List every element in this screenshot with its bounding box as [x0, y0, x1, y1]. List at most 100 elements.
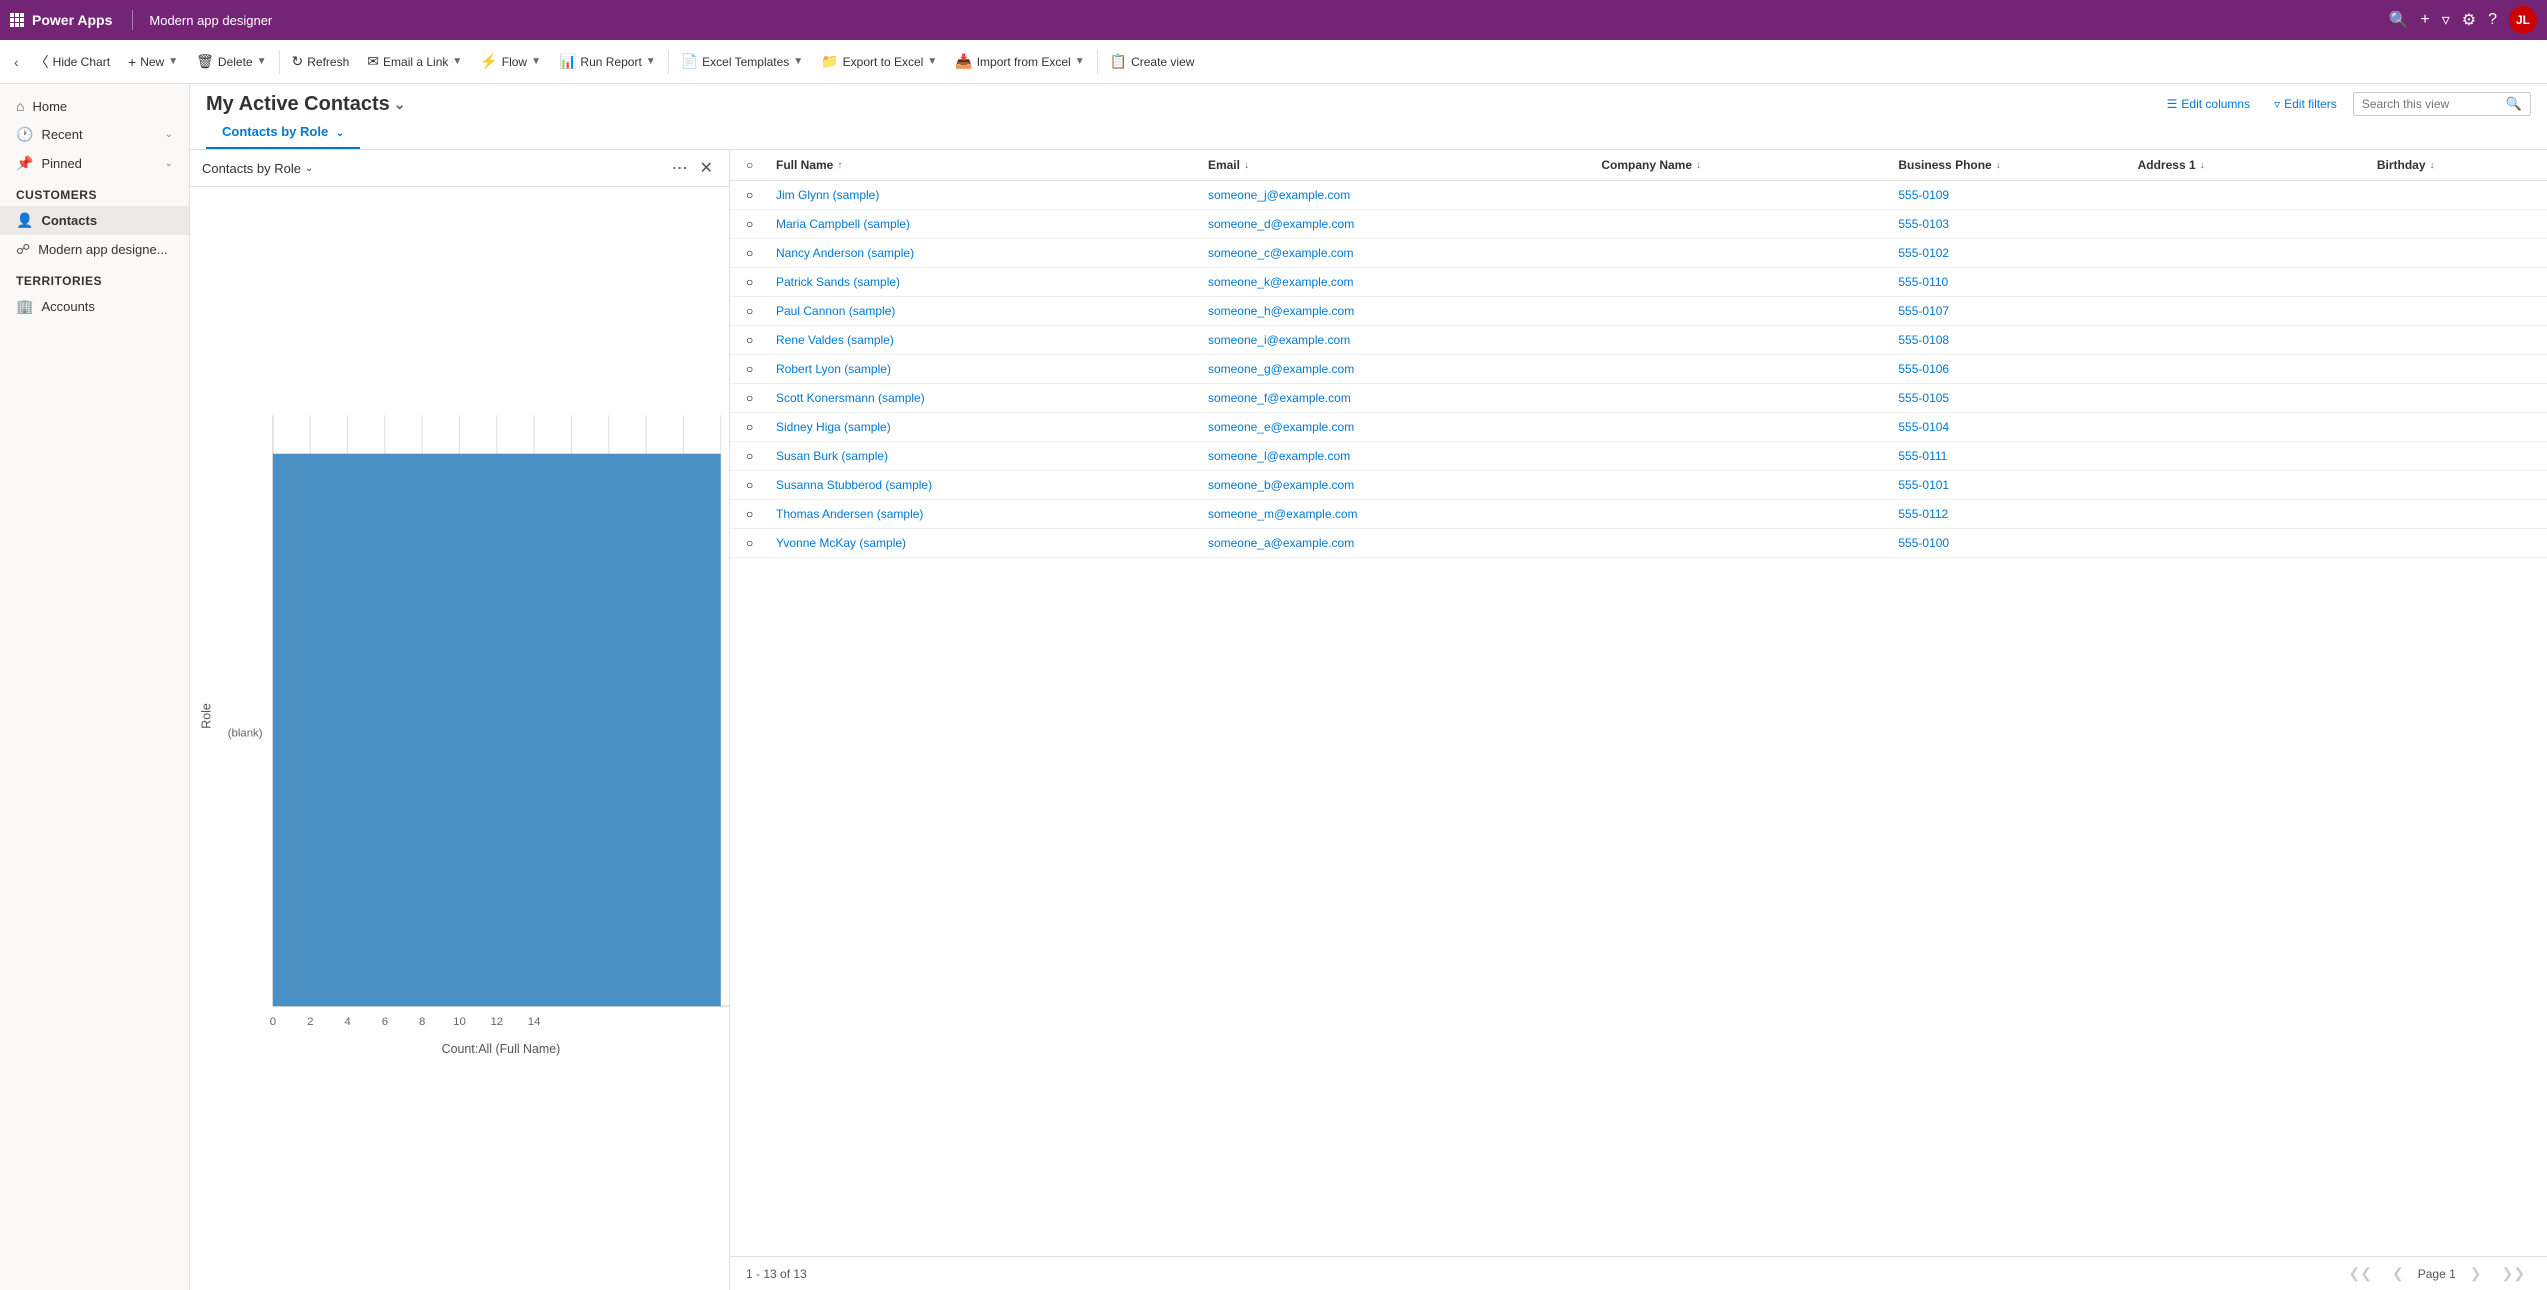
row-checkbox-5[interactable]: ○ — [742, 326, 772, 354]
row-name-6[interactable]: Robert Lyon (sample) — [772, 355, 1204, 383]
row-name-5[interactable]: Rene Valdes (sample) — [772, 326, 1204, 354]
sidebar-item-modern-app[interactable]: ☍ Modern app designe... — [0, 235, 189, 264]
row-checkbox-2[interactable]: ○ — [742, 239, 772, 267]
new-button[interactable]: + New ▼ — [120, 50, 186, 74]
edit-filters-button[interactable]: ▿ Edit filters — [2266, 93, 2345, 115]
row-phone-0[interactable]: 555-0109 — [1894, 181, 2133, 209]
hide-chart-button[interactable]: 〈 Hide Chart — [27, 48, 118, 76]
row-phone-11[interactable]: 555-0112 — [1894, 500, 2133, 528]
excel-templates-button[interactable]: 📄 Excel Templates ▼ — [673, 49, 812, 74]
row-name-3[interactable]: Patrick Sands (sample) — [772, 268, 1204, 296]
row-checkbox-10[interactable]: ○ — [742, 471, 772, 499]
row-phone-9[interactable]: 555-0111 — [1894, 442, 2133, 470]
row-email-4[interactable]: someone_h@example.com — [1204, 297, 1597, 325]
row-phone-2[interactable]: 555-0102 — [1894, 239, 2133, 267]
flow-button[interactable]: ⚡ Flow ▼ — [472, 49, 549, 74]
row-checkbox-1[interactable]: ○ — [742, 210, 772, 238]
row-email-7[interactable]: someone_f@example.com — [1204, 384, 1597, 412]
row-phone-1[interactable]: 555-0103 — [1894, 210, 2133, 238]
tab-contacts-by-role[interactable]: Contacts by Role ⌄ — [206, 116, 360, 149]
chart-close-icon[interactable]: ✕ — [696, 156, 717, 180]
row-name-10[interactable]: Susanna Stubberod (sample) — [772, 471, 1204, 499]
row-name-7[interactable]: Scott Konersmann (sample) — [772, 384, 1204, 412]
row-email-10[interactable]: someone_b@example.com — [1204, 471, 1597, 499]
row-email-6[interactable]: someone_g@example.com — [1204, 355, 1597, 383]
row-checkbox-7[interactable]: ○ — [742, 384, 772, 412]
row-name-12[interactable]: Yvonne McKay (sample) — [772, 529, 1204, 557]
row-email-11[interactable]: someone_m@example.com — [1204, 500, 1597, 528]
table-row: ○ Maria Campbell (sample) someone_d@exam… — [730, 210, 2547, 239]
row-name-2[interactable]: Nancy Anderson (sample) — [772, 239, 1204, 267]
next-page-button[interactable]: ❯ — [2464, 1263, 2488, 1284]
row-phone-12[interactable]: 555-0100 — [1894, 529, 2133, 557]
help-icon[interactable]: ? — [2488, 11, 2497, 29]
row-checkbox-12[interactable]: ○ — [742, 529, 772, 557]
chart-bar-blank[interactable] — [273, 454, 721, 1006]
delete-button[interactable]: 🗑 Delete ▼ — [188, 49, 274, 74]
create-view-button[interactable]: 📋 Create view — [1102, 49, 1203, 74]
sidebar-item-contacts[interactable]: 👤 Contacts — [0, 206, 189, 235]
sidebar-item-home[interactable]: ⌂ Home — [0, 92, 189, 120]
refresh-button[interactable]: ↻ Refresh — [284, 49, 358, 74]
last-page-button[interactable]: ❯❯ — [2496, 1263, 2531, 1284]
row-phone-8[interactable]: 555-0104 — [1894, 413, 2133, 441]
row-phone-7[interactable]: 555-0105 — [1894, 384, 2133, 412]
row-name-1[interactable]: Maria Campbell (sample) — [772, 210, 1204, 238]
add-icon[interactable]: + — [2420, 11, 2429, 29]
back-button[interactable]: ‹ — [8, 50, 25, 74]
app-logo: Power Apps — [32, 12, 112, 28]
row-email-8[interactable]: someone_e@example.com — [1204, 413, 1597, 441]
row-email-12[interactable]: someone_a@example.com — [1204, 529, 1597, 557]
header-phone[interactable]: Business Phone ↓ — [1894, 150, 2133, 180]
row-email-5[interactable]: someone_i@example.com — [1204, 326, 1597, 354]
email-link-button[interactable]: ✉ Email a Link ▼ — [359, 49, 470, 74]
header-email[interactable]: Email ↓ — [1204, 150, 1597, 180]
header-checkbox[interactable]: ○ — [742, 150, 772, 180]
grid-menu-icon[interactable] — [10, 13, 24, 27]
row-phone-5[interactable]: 555-0108 — [1894, 326, 2133, 354]
header-full-name[interactable]: Full Name ↑ — [772, 150, 1204, 180]
chart-title-button[interactable]: Contacts by Role ⌄ — [202, 161, 313, 176]
import-excel-button[interactable]: 📥 Import from Excel ▼ — [947, 49, 1092, 74]
row-email-2[interactable]: someone_c@example.com — [1204, 239, 1597, 267]
row-name-9[interactable]: Susan Burk (sample) — [772, 442, 1204, 470]
first-page-button[interactable]: ❮❮ — [2343, 1263, 2378, 1284]
avatar[interactable]: JL — [2509, 6, 2537, 34]
view-title-caret-icon[interactable]: ⌄ — [394, 96, 406, 113]
run-report-button[interactable]: 📊 Run Report ▼ — [551, 49, 664, 74]
search-icon[interactable]: 🔍 — [2388, 10, 2408, 30]
row-phone-6[interactable]: 555-0106 — [1894, 355, 2133, 383]
row-checkbox-11[interactable]: ○ — [742, 500, 772, 528]
row-phone-10[interactable]: 555-0101 — [1894, 471, 2133, 499]
sidebar-item-accounts[interactable]: 🏢 Accounts — [0, 292, 189, 321]
sidebar-item-recent[interactable]: 🕐 Recent ⌄ — [0, 120, 189, 149]
export-excel-button[interactable]: 📁 Export to Excel ▼ — [813, 49, 945, 74]
row-phone-3[interactable]: 555-0110 — [1894, 268, 2133, 296]
row-name-4[interactable]: Paul Cannon (sample) — [772, 297, 1204, 325]
row-email-0[interactable]: someone_j@example.com — [1204, 181, 1597, 209]
row-email-3[interactable]: someone_k@example.com — [1204, 268, 1597, 296]
search-view-box[interactable]: 🔍 — [2353, 92, 2531, 116]
edit-columns-button[interactable]: ☰ Edit columns — [2159, 93, 2258, 115]
row-checkbox-6[interactable]: ○ — [742, 355, 772, 383]
row-checkbox-0[interactable]: ○ — [742, 181, 772, 209]
row-name-8[interactable]: Sidney Higa (sample) — [772, 413, 1204, 441]
header-birthday[interactable]: Birthday ↓ — [2373, 150, 2535, 180]
row-name-11[interactable]: Thomas Andersen (sample) — [772, 500, 1204, 528]
row-email-9[interactable]: someone_l@example.com — [1204, 442, 1597, 470]
row-phone-4[interactable]: 555-0107 — [1894, 297, 2133, 325]
prev-page-button[interactable]: ❮ — [2386, 1263, 2410, 1284]
chart-more-icon[interactable]: ⋯ — [668, 156, 692, 180]
row-checkbox-4[interactable]: ○ — [742, 297, 772, 325]
row-checkbox-8[interactable]: ○ — [742, 413, 772, 441]
row-checkbox-9[interactable]: ○ — [742, 442, 772, 470]
row-email-1[interactable]: someone_d@example.com — [1204, 210, 1597, 238]
row-checkbox-3[interactable]: ○ — [742, 268, 772, 296]
sidebar-item-pinned[interactable]: 📌 Pinned ⌄ — [0, 149, 189, 178]
filter-icon[interactable]: ▿ — [2442, 10, 2450, 30]
header-company[interactable]: Company Name ↓ — [1597, 150, 1894, 180]
search-view-input[interactable] — [2362, 97, 2502, 111]
header-address[interactable]: Address 1 ↓ — [2134, 150, 2373, 180]
row-name-0[interactable]: Jim Glynn (sample) — [772, 181, 1204, 209]
settings-icon[interactable]: ⚙ — [2462, 10, 2476, 30]
